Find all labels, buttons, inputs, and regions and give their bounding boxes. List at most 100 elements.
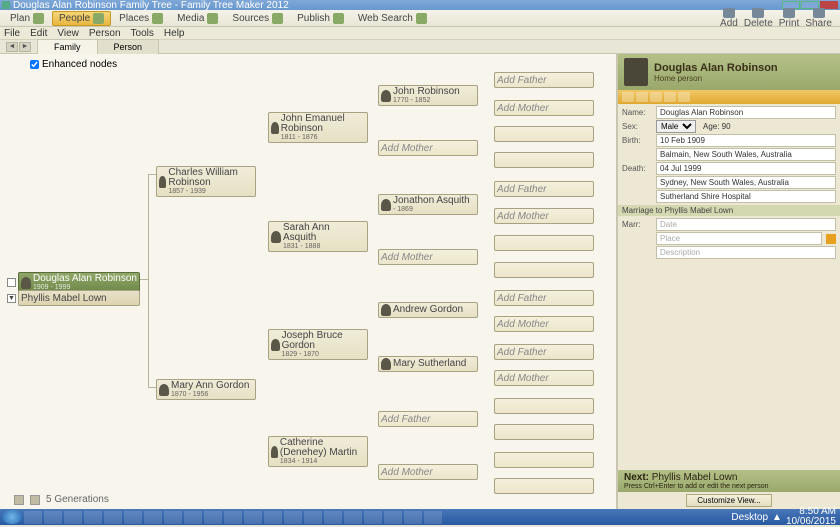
taskbar-app[interactable] [144, 511, 162, 524]
tray-icon[interactable]: ▲ [772, 512, 782, 523]
marriage-header[interactable]: Marriage to Phyllis Mabel Lown [618, 205, 840, 216]
birth-place-field[interactable]: Balmain, New South Wales, Australia [656, 148, 836, 161]
people-tab[interactable]: People [52, 11, 111, 26]
taskbar-app[interactable] [124, 511, 142, 524]
clock[interactable]: 8:50 AM 10/06/2015 [786, 507, 836, 527]
tab-person[interactable]: Person [97, 39, 160, 54]
taskbar-app[interactable] [44, 511, 62, 524]
marr-desc-field[interactable]: Description [656, 246, 836, 259]
taskbar-app[interactable] [264, 511, 282, 524]
taskbar-app[interactable] [64, 511, 82, 524]
detail-icon-2[interactable] [636, 92, 648, 102]
add-mother-button[interactable]: Add Mother [494, 370, 594, 386]
paternal-grandfather-card[interactable]: John Emanuel Robinson1811 - 1876 [268, 112, 368, 143]
menu-person[interactable]: Person [89, 28, 121, 39]
sources-tab[interactable]: Sources [226, 12, 289, 25]
add-placeholder[interactable] [494, 424, 594, 440]
tab-family[interactable]: Family [37, 39, 98, 54]
print-button[interactable]: Print [779, 8, 800, 29]
death-place-field[interactable]: Sydney, New South Wales, Australia [656, 176, 836, 189]
death-date-field[interactable]: 04 Jul 1999 [656, 162, 836, 175]
taskbar-app[interactable] [224, 511, 242, 524]
add-placeholder[interactable] [494, 152, 594, 168]
marr-date-field[interactable]: Date [656, 218, 836, 231]
enhanced-checkbox[interactable] [30, 60, 39, 69]
menu-file[interactable]: File [4, 28, 20, 39]
taskbar-app[interactable] [204, 511, 222, 524]
taskbar-app[interactable] [164, 511, 182, 524]
next-person-box[interactable]: Next: Phyllis Mabel Lown Press Ctrl+Ente… [618, 470, 840, 492]
add-placeholder[interactable] [494, 452, 594, 468]
nav-back-button[interactable]: ◄ [6, 42, 18, 52]
add-placeholder[interactable] [494, 262, 594, 278]
father-card[interactable]: Charles William Robinson1857 - 1939 [156, 166, 256, 197]
taskbar-app[interactable] [384, 511, 402, 524]
edit-pencil-icon[interactable] [826, 234, 836, 244]
publish-tab[interactable]: Publish [291, 12, 350, 25]
spouse-card[interactable]: ▼ Phyllis Mabel Lown [18, 290, 140, 306]
plan-tab[interactable]: Plan [4, 12, 50, 25]
add-father-button[interactable]: Add Father [494, 290, 594, 306]
zoom-out-icon[interactable] [14, 495, 24, 505]
menu-help[interactable]: Help [164, 28, 185, 39]
add-mother-button[interactable]: Add Mother [378, 249, 478, 265]
nav-forward-button[interactable]: ► [19, 42, 31, 52]
zoom-in-icon[interactable] [30, 495, 40, 505]
ggm3-card[interactable]: Mary Sutherland [378, 356, 478, 372]
add-mother-button[interactable]: Add Mother [378, 140, 478, 156]
taskbar-app[interactable] [364, 511, 382, 524]
add-father-button[interactable]: Add Father [494, 72, 594, 88]
add-father-button[interactable]: Add Father [494, 181, 594, 197]
sex-select[interactable]: Male [656, 120, 696, 133]
death-desc-field[interactable]: Sutherland Shire Hospital [656, 190, 836, 203]
detail-icon-1[interactable] [622, 92, 634, 102]
ggf2-card[interactable]: Jonathon Asquith- 1869 [378, 194, 478, 215]
taskbar-app[interactable] [344, 511, 362, 524]
add-mother-button[interactable]: Add Mother [494, 208, 594, 224]
taskbar-app[interactable] [84, 511, 102, 524]
taskbar-app[interactable] [244, 511, 262, 524]
detail-icon-5[interactable] [678, 92, 690, 102]
mother-card[interactable]: Mary Ann Gordon1870 - 1956 [156, 379, 256, 400]
media-tab[interactable]: Media [171, 12, 224, 25]
system-tray[interactable]: Desktop ▲ 8:50 AM 10/06/2015 [731, 507, 838, 527]
taskbar-app[interactable] [284, 511, 302, 524]
add-placeholder[interactable] [494, 398, 594, 414]
add-button[interactable]: Add [720, 8, 738, 29]
places-tab[interactable]: Places [113, 12, 169, 25]
ggf3-card[interactable]: Andrew Gordon [378, 302, 478, 318]
add-placeholder[interactable] [494, 126, 594, 142]
add-father-button[interactable]: Add Father [494, 344, 594, 360]
add-placeholder[interactable] [494, 235, 594, 251]
detail-icon-4[interactable] [664, 92, 676, 102]
add-placeholder[interactable] [494, 478, 594, 494]
spouse-dropdown-icon[interactable]: ▼ [7, 294, 16, 303]
share-button[interactable]: Share [805, 8, 832, 29]
taskbar-app[interactable] [324, 511, 342, 524]
detail-icon-3[interactable] [650, 92, 662, 102]
taskbar-app[interactable] [424, 511, 442, 524]
delete-button[interactable]: Delete [744, 8, 773, 29]
menu-view[interactable]: View [57, 28, 79, 39]
add-mother-button[interactable]: Add Mother [494, 316, 594, 332]
name-field[interactable]: Douglas Alan Robinson [656, 106, 836, 119]
menu-tools[interactable]: Tools [131, 28, 154, 39]
add-mother-button[interactable]: Add Mother [378, 464, 478, 480]
taskbar-app[interactable] [104, 511, 122, 524]
pedigree-tree-panel[interactable]: Enhanced nodes ◄ Douglas Alan Robinson19… [0, 54, 618, 509]
customize-view-button[interactable]: Customize View... [686, 494, 771, 507]
birth-date-field[interactable]: 10 Feb 1909 [656, 134, 836, 147]
add-father-button[interactable]: Add Father [378, 411, 478, 427]
add-mother-button[interactable]: Add Mother [494, 100, 594, 116]
desktop-toolbar-label[interactable]: Desktop [731, 512, 768, 523]
taskbar-app[interactable] [24, 511, 42, 524]
ggf1-card[interactable]: John Robinson1770 - 1852 [378, 85, 478, 106]
enhanced-nodes-toggle[interactable]: Enhanced nodes [30, 59, 117, 70]
maternal-grandfather-card[interactable]: Joseph Bruce Gordon1829 - 1870 [268, 329, 368, 360]
paternal-grandmother-card[interactable]: Sarah Ann Asquith1831 - 1888 [268, 221, 368, 252]
taskbar-app[interactable] [304, 511, 322, 524]
expand-left-icon[interactable]: ◄ [7, 278, 16, 287]
taskbar-app[interactable] [404, 511, 422, 524]
websearch-tab[interactable]: Web Search [352, 12, 433, 25]
start-button[interactable] [2, 510, 22, 524]
